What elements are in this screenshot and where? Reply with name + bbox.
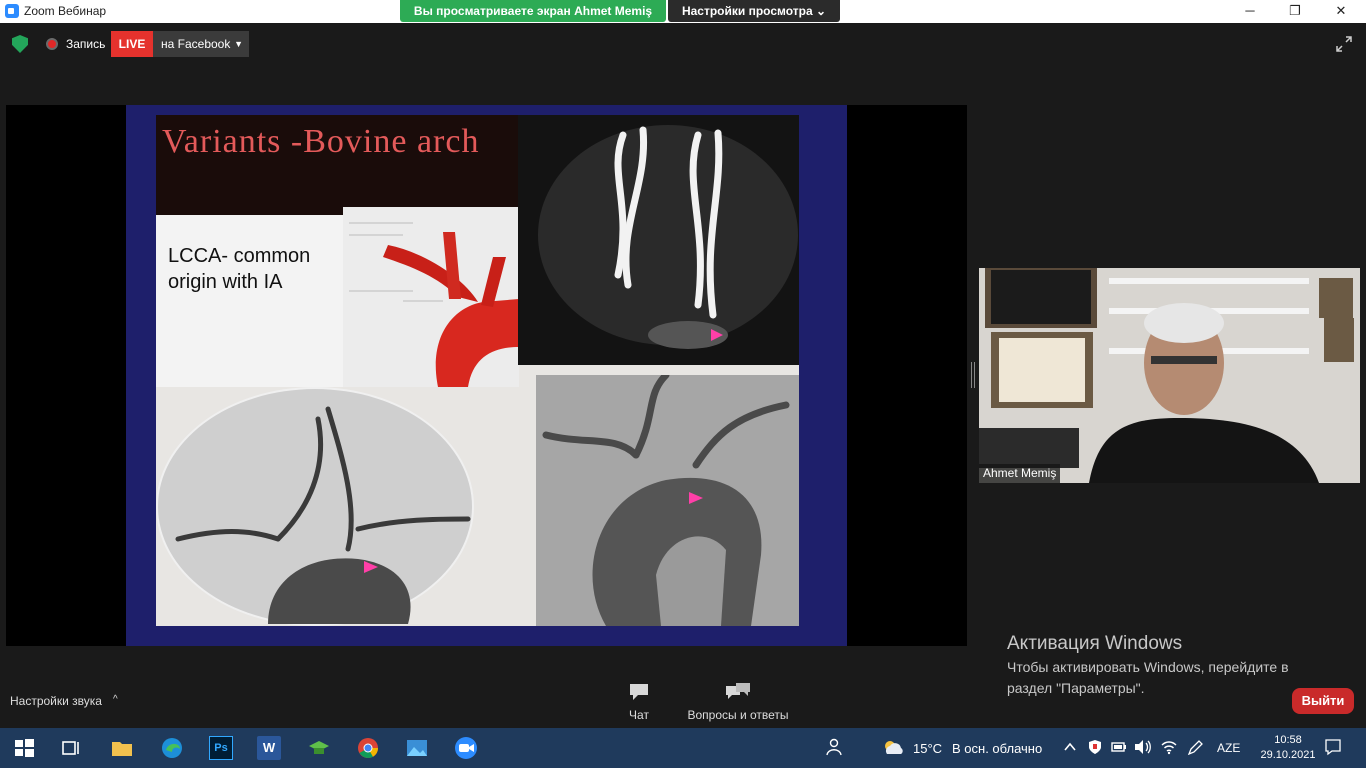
windows-activation-title: Активация Windows xyxy=(1007,633,1183,654)
photos-icon[interactable] xyxy=(405,736,429,760)
speaker-video[interactable] xyxy=(979,268,1360,483)
view-options-button[interactable]: Настройки просмотра ⌄ xyxy=(668,0,840,22)
chevron-down-icon: ▼ xyxy=(234,39,243,49)
chevron-up-tray-icon[interactable] xyxy=(1063,740,1077,754)
leave-button[interactable]: Выйти xyxy=(1292,688,1354,714)
clock-time: 10:58 xyxy=(1274,734,1302,746)
chrome-icon[interactable] xyxy=(356,736,380,760)
qa-label: Вопросы и ответы xyxy=(687,708,789,722)
slide-title-panel: Variants -Bovine arch xyxy=(156,115,518,215)
shared-screen[interactable]: Variants -Bovine arch LCCA- common origi… xyxy=(6,105,967,646)
slide-text-panel xyxy=(156,215,346,387)
qa-icon xyxy=(726,683,750,699)
live-badge: LIVE xyxy=(111,31,153,57)
slide-subtitle: LCCA- common origin with IA xyxy=(168,245,311,293)
word-icon[interactable]: W xyxy=(257,736,281,760)
angiogram-circle-image xyxy=(156,387,474,626)
qa-button[interactable]: Вопросы и ответы xyxy=(684,680,792,722)
zoom-icon[interactable] xyxy=(454,736,478,760)
weather-description[interactable]: В осн. облачно xyxy=(952,741,1042,756)
input-language[interactable]: AZE xyxy=(1217,741,1240,755)
recording-label: Запись xyxy=(66,37,106,51)
live-stream-target-label: на Facebook xyxy=(161,37,231,51)
cloud-weather-icon[interactable] xyxy=(882,738,906,756)
panel-resize-handle[interactable] xyxy=(971,362,975,388)
photoshop-icon[interactable]: Ps xyxy=(209,736,233,760)
system-clock[interactable]: 10:58 29.10.2021 xyxy=(1256,733,1320,763)
edge-icon[interactable] xyxy=(160,736,184,760)
pen-workspace-icon[interactable] xyxy=(1186,739,1204,755)
chat-button[interactable]: Чат xyxy=(620,680,658,722)
zoom-app-icon xyxy=(5,4,19,18)
recording-icon xyxy=(46,38,58,50)
weather-temperature[interactable]: 15°C xyxy=(913,741,942,756)
presentation-slide: Variants -Bovine arch LCCA- common origi… xyxy=(126,105,847,646)
aortic-arch-diagram xyxy=(343,207,519,387)
security-shield-icon[interactable] xyxy=(12,35,28,53)
minimize-button[interactable]: ─ xyxy=(1227,0,1273,23)
speaker-name-label: Ahmet Memiş xyxy=(979,464,1061,483)
screen-share-banner: Вы просматриваете экран Ahmet Memiş xyxy=(400,0,666,22)
windows-activation-text: Чтобы активировать Windows, перейдите в … xyxy=(1007,659,1289,696)
volume-icon[interactable] xyxy=(1134,739,1152,755)
windows-start-icon[interactable] xyxy=(12,736,36,760)
battery-icon[interactable] xyxy=(1111,740,1127,754)
clock-date: 29.10.2021 xyxy=(1260,749,1316,761)
windows-taskbar: Ps W 15°C В осн. облачно AZE 10:58 29.10… xyxy=(0,728,1366,768)
audio-settings-button[interactable]: Настройки звука xyxy=(10,694,102,708)
notification-icon[interactable] xyxy=(1324,738,1342,756)
angiogram-image xyxy=(536,371,799,626)
slide-content: Variants -Bovine arch LCCA- common origi… xyxy=(156,115,799,626)
maximize-button[interactable]: ❐ xyxy=(1272,0,1318,23)
education-app-icon[interactable] xyxy=(307,736,331,760)
window-title: Zoom Вебинар xyxy=(24,4,107,18)
wifi-icon[interactable] xyxy=(1160,739,1178,755)
chevron-up-icon[interactable]: ^ xyxy=(113,694,118,705)
task-view-icon[interactable] xyxy=(59,736,83,760)
chat-label: Чат xyxy=(629,708,649,722)
security-tray-icon[interactable] xyxy=(1087,739,1103,755)
chat-icon xyxy=(630,684,648,700)
people-icon[interactable] xyxy=(826,738,844,756)
live-stream-facebook-button[interactable]: на Facebook ▼ xyxy=(153,31,249,57)
slide-title: Variants -Bovine arch xyxy=(162,123,480,160)
fullscreen-icon[interactable] xyxy=(1336,36,1352,52)
file-explorer-icon[interactable] xyxy=(110,736,134,760)
mra-image xyxy=(518,115,799,365)
close-button[interactable]: ✕ xyxy=(1318,0,1364,23)
